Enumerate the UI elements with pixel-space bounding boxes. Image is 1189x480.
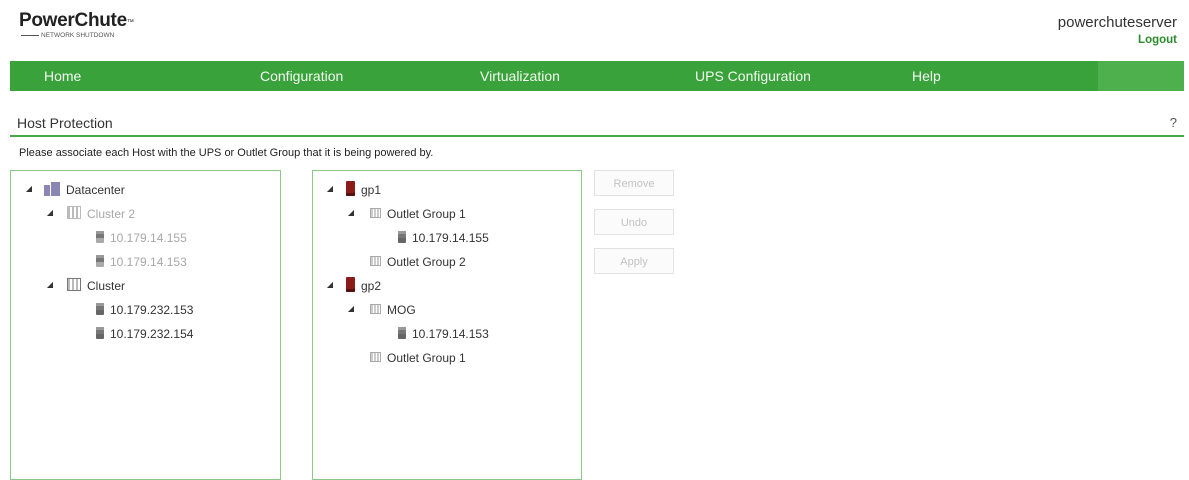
server-icon bbox=[96, 302, 104, 315]
tree-node-label: Outlet Group 1 bbox=[387, 206, 466, 221]
tree-node-host[interactable]: 10.179.232.154 bbox=[96, 324, 193, 342]
tree-node-ups[interactable]: gp1 bbox=[346, 180, 381, 198]
tree-node-host[interactable]: 10.179.232.153 bbox=[96, 300, 193, 318]
tree-node-label: Datacenter bbox=[66, 182, 125, 197]
logo-title: PowerChute™ bbox=[19, 10, 134, 32]
tree-node-host[interactable]: 10.179.14.153 bbox=[398, 324, 489, 342]
tree-node-label: 10.179.232.154 bbox=[110, 326, 194, 341]
tree-node-outlet-group[interactable]: Outlet Group 1 bbox=[370, 204, 466, 222]
powerchute-logo: PowerChute™ NETWORK SHUTDOWN bbox=[19, 10, 134, 40]
tree-node-ups[interactable]: gp2 bbox=[346, 276, 381, 294]
user-area: powerchuteserver Logout bbox=[1058, 14, 1177, 48]
server-icon bbox=[96, 230, 104, 243]
nav-home[interactable]: Home bbox=[44, 61, 81, 91]
instruction-text: Please associate each Host with the UPS … bbox=[19, 147, 434, 159]
logo-name: PowerChute bbox=[19, 10, 127, 31]
outlet-group-icon bbox=[370, 351, 381, 362]
section-divider bbox=[10, 135, 1184, 137]
tree-node-label: gp1 bbox=[361, 182, 382, 197]
datacenter-icon bbox=[44, 181, 60, 196]
page-title: Host Protection bbox=[17, 115, 113, 131]
tree-node-label: Cluster bbox=[87, 278, 126, 293]
navbar-end-segment bbox=[1098, 61, 1184, 91]
expand-arrow-icon[interactable]: ◢ bbox=[325, 276, 335, 294]
cluster-icon bbox=[67, 278, 81, 292]
tree-node-label: Outlet Group 2 bbox=[387, 254, 466, 269]
nav-virtualization[interactable]: Virtualization bbox=[480, 61, 560, 91]
tree-node-outlet-group[interactable]: MOG bbox=[370, 300, 416, 318]
expand-arrow-icon[interactable]: ◢ bbox=[24, 180, 34, 198]
main-navbar: Home Configuration Virtualization UPS Co… bbox=[10, 61, 1184, 91]
tree-node-cluster-2[interactable]: Cluster 2 bbox=[67, 204, 135, 222]
server-icon bbox=[398, 230, 406, 243]
tree-node-label: gp2 bbox=[361, 278, 382, 293]
tree-node-label: 10.179.14.153 bbox=[412, 326, 489, 341]
logout-link[interactable]: Logout bbox=[1058, 32, 1177, 48]
help-button[interactable]: ? bbox=[1170, 115, 1177, 130]
tree-node-label: 10.179.232.153 bbox=[110, 302, 194, 317]
host-tree-panel[interactable]: ◢ Datacenter ◢ Cluster 2 10.179.14.155 1… bbox=[10, 170, 281, 480]
tree-node-outlet-group[interactable]: Outlet Group 1 bbox=[370, 348, 466, 366]
tree-node-datacenter[interactable]: Datacenter bbox=[44, 180, 125, 198]
tree-node-host[interactable]: 10.179.14.155 bbox=[96, 228, 187, 246]
logo-tagline: NETWORK SHUTDOWN bbox=[21, 32, 134, 40]
cluster-icon bbox=[67, 206, 81, 220]
tree-node-label: 10.179.14.153 bbox=[110, 254, 187, 269]
tree-node-label: Cluster 2 bbox=[87, 206, 136, 221]
tree-node-label: MOG bbox=[387, 302, 416, 317]
server-icon bbox=[96, 326, 104, 339]
server-icon bbox=[398, 326, 406, 339]
tree-node-outlet-group[interactable]: Outlet Group 2 bbox=[370, 252, 466, 270]
logo-trademark: ™ bbox=[126, 19, 134, 26]
apply-button[interactable]: Apply bbox=[594, 248, 674, 274]
outlet-group-icon bbox=[370, 255, 381, 266]
expand-arrow-icon[interactable]: ◢ bbox=[346, 204, 356, 222]
tree-node-label: 10.179.14.155 bbox=[412, 230, 489, 245]
expand-arrow-icon[interactable]: ◢ bbox=[346, 300, 356, 318]
tree-node-cluster[interactable]: Cluster bbox=[67, 276, 125, 294]
tree-node-label: Outlet Group 1 bbox=[387, 350, 466, 365]
logo-tagline-text: NETWORK SHUTDOWN bbox=[41, 32, 115, 39]
username: powerchuteserver bbox=[1057, 14, 1177, 31]
outlet-group-icon bbox=[370, 303, 381, 314]
remove-button[interactable]: Remove bbox=[594, 170, 674, 196]
expand-arrow-icon[interactable]: ◢ bbox=[45, 204, 55, 222]
tree-node-host[interactable]: 10.179.14.153 bbox=[96, 252, 187, 270]
tree-node-label: 10.179.14.155 bbox=[110, 230, 187, 245]
tree-node-host[interactable]: 10.179.14.155 bbox=[398, 228, 489, 246]
nav-help[interactable]: Help bbox=[912, 61, 941, 91]
ups-icon bbox=[346, 181, 355, 197]
undo-button[interactable]: Undo bbox=[594, 209, 674, 235]
expand-arrow-icon[interactable]: ◢ bbox=[325, 180, 335, 198]
ups-tree-panel[interactable]: ◢ gp1 ◢ Outlet Group 1 10.179.14.155 Out… bbox=[312, 170, 582, 480]
server-icon bbox=[96, 254, 104, 267]
expand-arrow-icon[interactable]: ◢ bbox=[45, 276, 55, 294]
nav-configuration[interactable]: Configuration bbox=[260, 61, 343, 91]
nav-ups-configuration[interactable]: UPS Configuration bbox=[695, 61, 811, 91]
ups-icon bbox=[346, 277, 355, 293]
outlet-group-icon bbox=[370, 207, 381, 218]
